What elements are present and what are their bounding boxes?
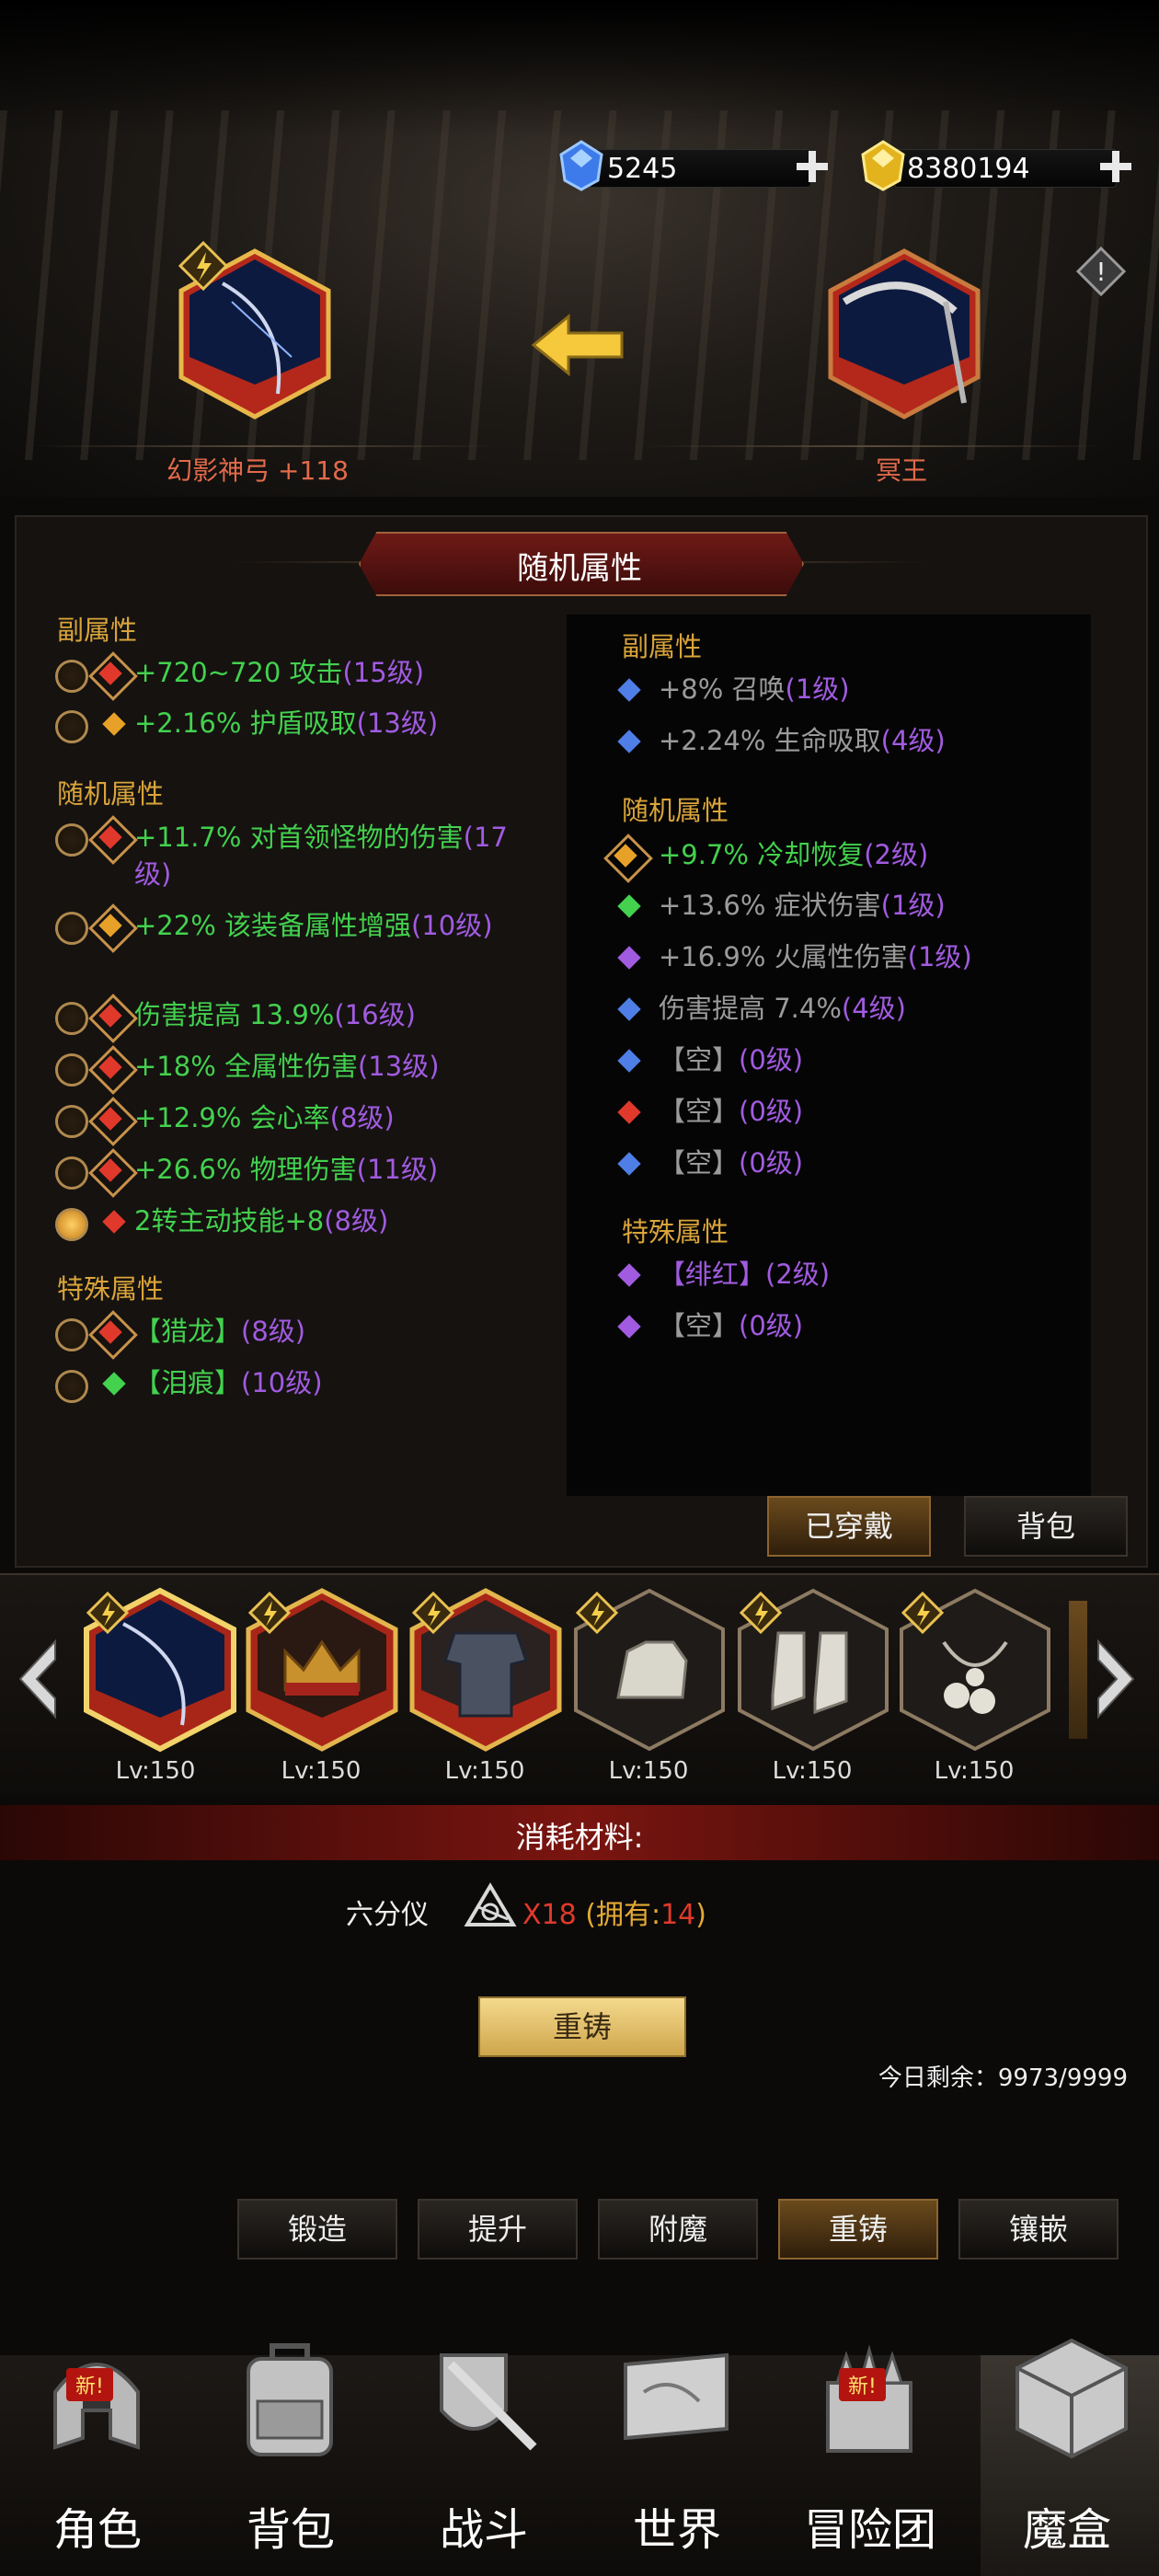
lock-toggle[interactable] — [55, 1370, 88, 1403]
tab-forge[interactable]: 锻造 — [237, 2199, 397, 2260]
current-item-name: 幻影神弓 +118 — [166, 455, 349, 486]
attr-text: +8% 召唤(1级) — [659, 673, 850, 705]
attr-text: 伤害提高 7.4%(4级) — [659, 993, 906, 1024]
slot-partial — [1069, 1601, 1087, 1739]
grade-badge-icon — [739, 1591, 783, 1635]
panel-title: 随机属性 — [517, 550, 642, 587]
material-header: 消耗材料: — [515, 1820, 644, 1855]
gem-count: 5245 — [607, 153, 678, 185]
attr-text: +18% 全属性伤害(13级) — [134, 1051, 440, 1082]
compare-item-name: 冥王 — [875, 455, 927, 486]
attr-text: 【空】(0级) — [659, 1310, 804, 1341]
nav-label-bag[interactable]: 背包 — [199, 2493, 383, 2558]
grade-badge-icon — [411, 1591, 455, 1635]
nav-label-magicbox[interactable]: 魔盒 — [975, 2493, 1159, 2558]
chevron-left-icon[interactable] — [13, 1638, 59, 1720]
gold-count: 8380194 — [907, 153, 1030, 185]
slot-level: Lv:150 — [444, 1757, 525, 1785]
attr-text: +12.9% 会心率(8级) — [134, 1102, 395, 1133]
lock-toggle[interactable] — [55, 1053, 88, 1087]
nav-label-guild[interactable]: 冒险团 — [778, 2493, 962, 2558]
attr-text: 【泪痕】(10级) — [134, 1367, 323, 1398]
attr-text: 【空】(0级) — [659, 1147, 804, 1179]
attr-text: +11.7% 对首领怪物的伤害(17级) — [134, 822, 508, 890]
grade-badge-icon — [247, 1591, 292, 1635]
slot-level: Lv:150 — [772, 1757, 853, 1785]
svg-text:!: ! — [1096, 257, 1106, 287]
attr-text: +16.9% 火属性伤害(1级) — [659, 941, 972, 972]
lock-toggle[interactable] — [55, 660, 88, 693]
lock-toggle[interactable] — [55, 1318, 88, 1351]
attr-text: +26.6% 物理伤害(11级) — [134, 1154, 439, 1185]
attr-text: 【空】(0级) — [659, 1096, 804, 1127]
reforge-button[interactable]: 重铸 — [478, 1996, 686, 2057]
name-divider-right — [644, 445, 1104, 447]
attr-text: +22% 该装备属性增强(10级) — [134, 910, 493, 941]
attr-text: 2转主动技能+8(8级) — [134, 1205, 389, 1236]
nav-label-battle[interactable]: 战斗 — [392, 2493, 576, 2558]
attr-text: 【猎龙】(8级) — [134, 1316, 306, 1347]
grade-badge-icon — [575, 1591, 619, 1635]
grade-badge-icon — [901, 1591, 945, 1635]
lock-toggle[interactable] — [55, 1156, 88, 1190]
material-cost: X18 (拥有:14) — [522, 1899, 706, 1931]
lock-toggle[interactable] — [55, 912, 88, 945]
equipped-button[interactable]: 已穿戴 — [767, 1496, 931, 1557]
name-divider — [37, 445, 497, 447]
bag-button[interactable]: 背包 — [964, 1496, 1128, 1557]
map-scroll-icon[interactable] — [607, 2328, 745, 2466]
lock-toggle[interactable] — [55, 1002, 88, 1035]
grade-badge-icon — [178, 240, 229, 292]
tab-reforge[interactable]: 重铸 — [778, 2199, 938, 2260]
blue-gem-icon — [557, 140, 605, 191]
left-special-attr-head: 特殊属性 — [57, 1273, 165, 1305]
cube-icon[interactable] — [1003, 2328, 1141, 2466]
tab-inlay[interactable]: 镶嵌 — [958, 2199, 1119, 2260]
slot-level: Lv:150 — [115, 1757, 196, 1785]
attr-text: +2.16% 护盾吸取(13级) — [134, 707, 439, 739]
gold-gem-icon — [859, 140, 907, 191]
right-sub-attr-head: 副属性 — [622, 631, 703, 662]
left-rand-attr-head: 随机属性 — [57, 778, 165, 810]
add-gems-button[interactable] — [795, 149, 830, 184]
sextant-icon — [462, 1879, 519, 1934]
tab-enchant[interactable]: 附魔 — [598, 2199, 758, 2260]
nav-label-world[interactable]: 世界 — [585, 2493, 769, 2558]
info-icon[interactable]: ! — [1075, 246, 1127, 297]
new-badge: 新! — [66, 2368, 113, 2401]
attr-text: +2.24% 生命吸取(4级) — [659, 725, 946, 756]
material-name: 六分仪 — [346, 1899, 429, 1931]
nav-label-character[interactable]: 角色 — [6, 2493, 189, 2558]
sword-shield-icon[interactable] — [414, 2328, 552, 2466]
attr-text: +13.6% 症状伤害(1级) — [659, 890, 946, 921]
left-sub-attr-head: 副属性 — [57, 615, 138, 646]
tab-upgrade[interactable]: 提升 — [418, 2199, 578, 2260]
chevron-right-icon[interactable] — [1095, 1638, 1141, 1720]
slot-level: Lv:150 — [281, 1757, 361, 1785]
slot-level: Lv:150 — [608, 1757, 689, 1785]
slot-level: Lv:150 — [934, 1757, 1015, 1785]
attr-text: +9.7% 冷却恢复(2级) — [659, 839, 929, 870]
right-rand-attr-head: 随机属性 — [622, 795, 729, 826]
right-special-attr-head: 特殊属性 — [622, 1216, 729, 1248]
attr-text: 伤害提高 13.9%(16级) — [134, 999, 416, 1030]
daily-remaining: 今日剩余：9973/9999 — [878, 2064, 1128, 2092]
new-badge: 新! — [839, 2368, 886, 2401]
lock-toggle[interactable] — [55, 1105, 88, 1138]
grade-badge-icon — [86, 1591, 130, 1635]
lock-toggle[interactable] — [55, 710, 88, 743]
lock-toggle[interactable] — [55, 1208, 88, 1241]
attr-text: +720~720 攻击(15级) — [134, 657, 425, 688]
attr-text: 【绯红】(2级) — [659, 1259, 831, 1290]
add-gold-button[interactable] — [1098, 149, 1133, 184]
attr-text: 【空】(0级) — [659, 1044, 804, 1075]
backpack-icon[interactable] — [221, 2328, 359, 2466]
lock-toggle[interactable] — [55, 823, 88, 857]
compare-item-frame[interactable] — [826, 247, 982, 421]
left-arrow-icon[interactable] — [530, 313, 625, 377]
